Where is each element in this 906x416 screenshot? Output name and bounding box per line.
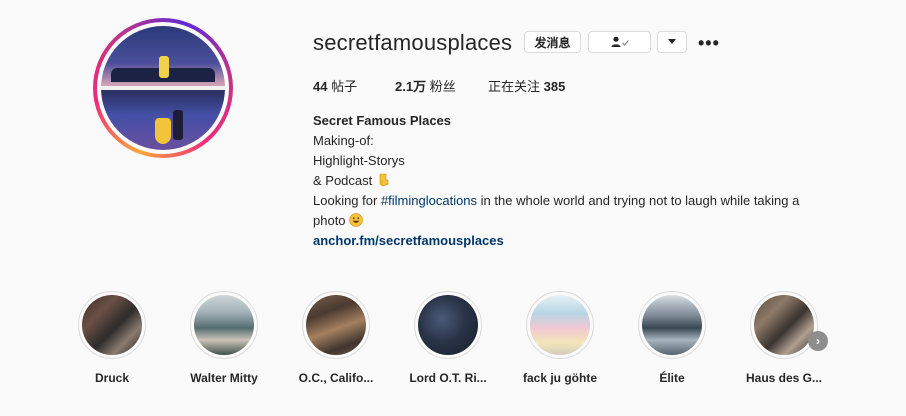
bio-line-text: & Podcast (313, 173, 373, 188)
message-button[interactable]: 发消息 (524, 31, 581, 53)
bio-text: in the whole world and trying not to lau… (477, 193, 800, 208)
avatar-scene-dancer-partner (173, 110, 183, 140)
following-button[interactable] (588, 31, 651, 53)
bio-line-podcast: & Podcast (313, 171, 853, 191)
followers-label: 粉丝 (426, 79, 456, 94)
highlight-item[interactable]: Lord O.T. Ri... (398, 291, 498, 385)
followers-stat[interactable]: 2.1万 粉丝 (395, 76, 456, 95)
highlight-item[interactable]: fack ju göhte (510, 291, 610, 385)
following-stat[interactable]: 正在关注 385 (488, 76, 565, 95)
highlight-ring (190, 291, 258, 359)
pointing-down-hand-icon (379, 173, 389, 187)
suggested-dropdown-button[interactable] (657, 31, 687, 53)
highlight-ring (526, 291, 594, 359)
highlight-label: fack ju göhte (522, 371, 597, 385)
following-label: 正在关注 (488, 79, 544, 94)
profile-avatar[interactable] (93, 18, 233, 158)
highlight-cover (194, 295, 254, 355)
highlight-cover (418, 295, 478, 355)
avatar-frame (97, 22, 229, 154)
profile-bio: Secret Famous Places Making-of: Highligh… (313, 111, 853, 251)
highlight-label: Haus des G... (745, 371, 823, 385)
following-count: 385 (543, 79, 566, 94)
highlight-item[interactable]: Druck (62, 291, 162, 385)
bio-line-looking: Looking for #filminglocations in the who… (313, 191, 853, 211)
highlight-label: Élite (659, 371, 685, 385)
highlight-item[interactable]: Walter Mitty (174, 291, 274, 385)
highlight-label: Lord O.T. Ri... (409, 371, 487, 385)
story-highlights: Druck Walter Mitty O.C., Califo... Lord … (0, 291, 906, 391)
highlight-ring (302, 291, 370, 359)
followers-count: 2.1万 (395, 79, 427, 94)
highlight-cover (754, 295, 814, 355)
posts-count: 44 (313, 79, 328, 94)
avatar-divider (101, 86, 225, 90)
avatar-scene-dancer (155, 118, 171, 144)
triangle-down-icon (668, 39, 676, 44)
bio-line-photo: photo (313, 211, 853, 231)
highlight-cover (306, 295, 366, 355)
username: secretfamousplaces (313, 30, 513, 55)
posts-label: 帖子 (327, 79, 358, 94)
bio-text: Looking for (313, 193, 381, 208)
highlight-label: Druck (94, 371, 129, 385)
highlight-item[interactable]: O.C., Califo... (286, 291, 386, 385)
posts-stat: 44 帖子 (313, 76, 357, 95)
profile-full-name: Secret Famous Places (313, 113, 452, 128)
bio-line: Making-of: (313, 133, 374, 148)
chevron-right-icon[interactable]: › (808, 331, 828, 351)
grinning-face-icon (349, 213, 363, 227)
bio-line-text: photo (313, 213, 346, 228)
highlight-label: O.C., Califo... (298, 371, 374, 385)
highlight-label: Walter Mitty (190, 371, 258, 385)
avatar-image (101, 26, 225, 150)
ellipsis-icon[interactable]: ••• (698, 33, 720, 54)
highlight-cover (530, 295, 590, 355)
highlight-ring (414, 291, 482, 359)
bio-line: Highlight-Storys (313, 153, 405, 168)
highlight-item[interactable]: Élite (622, 291, 722, 385)
highlight-ring (638, 291, 706, 359)
website-link[interactable]: anchor.fm/secretfamousplaces (313, 231, 853, 251)
avatar-scene-figure (159, 56, 169, 78)
highlight-ring (750, 291, 818, 359)
highlight-ring (78, 291, 146, 359)
hashtag-link[interactable]: #filminglocations (381, 193, 477, 208)
person-check-icon (611, 36, 629, 47)
highlight-cover (82, 295, 142, 355)
highlight-cover (642, 295, 702, 355)
